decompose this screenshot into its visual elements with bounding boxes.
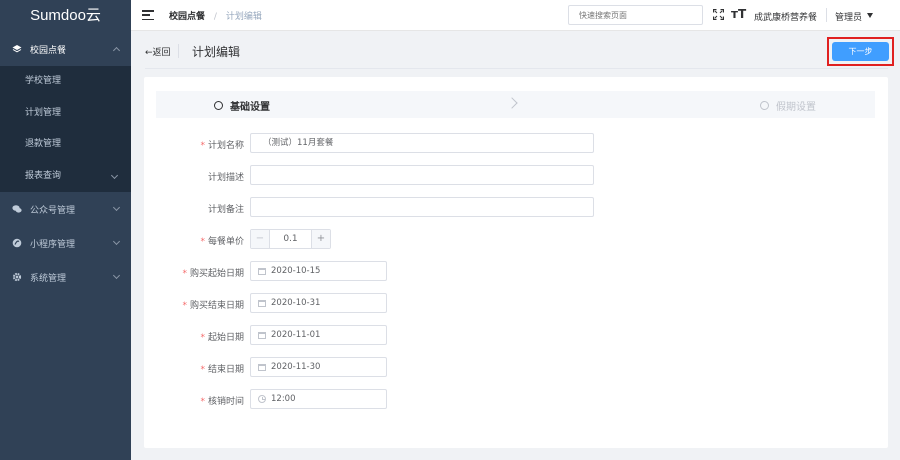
submenu-campus-ordering: 学校管理 计划管理 退款管理 报表查询 xyxy=(0,66,131,192)
form-label: * 计划名称 xyxy=(200,141,244,151)
unit-price-stepper: − 0.1 + xyxy=(250,229,331,249)
breadcrumb-root[interactable]: 校园点餐 xyxy=(169,12,205,22)
sidebar-item-refund-management[interactable]: 退款管理 xyxy=(0,129,131,161)
date-value: 2020-11-30 xyxy=(271,362,321,372)
form-label: * 购买起始日期 xyxy=(182,269,244,279)
chevron-down-icon xyxy=(112,271,121,280)
date-value: 2020-10-15 xyxy=(271,266,321,276)
form-row-plan-description: 计划描述 xyxy=(144,165,888,185)
chat-icon xyxy=(12,204,22,214)
calendar-icon xyxy=(258,332,266,339)
form-label: 计划备注 xyxy=(207,205,244,215)
sidebar-item-label: 报表查询 xyxy=(25,170,62,181)
caret-down-icon[interactable] xyxy=(867,13,873,18)
sidebar-item-school-management[interactable]: 学校管理 xyxy=(0,66,131,98)
form-row-unit-price: * 每餐单价 − 0.1 + xyxy=(144,229,888,249)
clock-icon xyxy=(258,395,266,403)
sidebar-group-label: 系统管理 xyxy=(30,273,67,284)
step-holiday-settings[interactable]: 假期设置 xyxy=(760,98,816,113)
layers-icon xyxy=(12,44,22,54)
header-divider xyxy=(826,8,827,22)
chevron-down-icon xyxy=(110,171,119,179)
highlight-box: 下一步 xyxy=(827,37,894,66)
chevron-right-icon xyxy=(506,97,518,109)
form-label: 计划描述 xyxy=(207,173,244,183)
breadcrumb-separator: / xyxy=(213,11,217,22)
sidebar-group-label: 校园点餐 xyxy=(30,45,67,56)
breadcrumb-current: 计划编辑 xyxy=(225,11,262,22)
form-card: 基础设置 假期设置 * 计划名称 （测试）11月套餐 计划描述 计划备注 * 每餐单… xyxy=(144,77,888,448)
steps-bar: 基础设置 假期设置 xyxy=(156,91,875,118)
step-label: 基础设置 xyxy=(230,102,270,113)
user-menu[interactable]: 管理员 xyxy=(835,10,862,23)
step-basic-settings[interactable]: 基础设置 xyxy=(214,98,270,113)
purchase-end-date-picker[interactable]: 2020-10-31 xyxy=(250,293,387,313)
plan-name-input[interactable]: （测试）11月套餐 xyxy=(250,133,594,153)
unit-price-input[interactable]: 0.1 xyxy=(270,230,311,248)
sidebar-group-label: 公众号管理 xyxy=(30,205,76,216)
sidebar-group-miniapp[interactable]: 小程序管理 xyxy=(0,226,131,260)
form-row-start-date: * 起始日期 2020-11-01 xyxy=(144,325,888,345)
form-row-purchase-start: * 购买起始日期 2020-10-15 xyxy=(144,261,888,281)
header-divider-line xyxy=(145,68,888,69)
step-circle-icon xyxy=(760,101,769,110)
end-date-picker[interactable]: 2020-11-30 xyxy=(250,357,387,377)
form-row-purchase-end: * 购买结束日期 2020-10-31 xyxy=(144,293,888,313)
form-row-end-date: * 结束日期 2020-11-30 xyxy=(144,357,888,377)
page-header-divider xyxy=(178,44,179,58)
menu-toggle-icon[interactable] xyxy=(142,10,154,20)
chevron-down-icon xyxy=(112,237,121,246)
start-date-picker[interactable]: 2020-11-01 xyxy=(250,325,387,345)
form-label: * 结束日期 xyxy=(200,365,244,375)
decrement-button[interactable]: − xyxy=(251,230,270,248)
form-label: * 购买结束日期 xyxy=(182,301,244,311)
search-input[interactable] xyxy=(568,5,703,25)
page-header: ←返回 计划编辑 下一步 xyxy=(145,36,894,67)
increment-button[interactable]: + xyxy=(311,230,330,248)
step-circle-icon xyxy=(214,101,223,110)
step-label: 假期设置 xyxy=(776,102,816,113)
sidebar: Sumdoo云 校园点餐 学校管理 计划管理 退款管理 报表查询 公众号管理 小… xyxy=(0,0,131,460)
gear-icon xyxy=(12,272,22,282)
form-label: * 起始日期 xyxy=(200,333,244,343)
font-size-icon[interactable]: ᴛT xyxy=(731,7,746,21)
sidebar-item-report-query[interactable]: 报表查询 xyxy=(0,161,131,193)
sidebar-group-wechat-account[interactable]: 公众号管理 xyxy=(0,192,131,226)
calendar-icon xyxy=(258,364,266,371)
sidebar-group-system[interactable]: 系统管理 xyxy=(0,260,131,294)
plan-description-input[interactable] xyxy=(250,165,594,185)
store-name: 成武康桥营养餐 xyxy=(754,13,818,23)
date-value: 2020-10-31 xyxy=(271,298,321,308)
next-step-button[interactable]: 下一步 xyxy=(832,42,889,61)
page-title: 计划编辑 xyxy=(192,45,241,59)
time-value: 12:00 xyxy=(271,394,296,404)
calendar-icon xyxy=(258,300,266,307)
breadcrumb: 校园点餐 / 计划编辑 xyxy=(169,9,262,22)
form-label: * 每餐单价 xyxy=(200,237,244,247)
form-row-plan-name: * 计划名称 （测试）11月套餐 xyxy=(144,133,888,153)
form-row-verify-time: * 核销时间 12:00 xyxy=(144,389,888,409)
verify-time-picker[interactable]: 12:00 xyxy=(250,389,387,409)
purchase-start-date-picker[interactable]: 2020-10-15 xyxy=(250,261,387,281)
calendar-icon xyxy=(258,268,266,275)
app-logo: Sumdoo云 xyxy=(30,7,101,24)
miniapp-icon xyxy=(12,238,22,248)
sidebar-group-label: 小程序管理 xyxy=(30,239,76,250)
back-link[interactable]: ←返回 xyxy=(145,45,171,58)
form-row-plan-note: 计划备注 xyxy=(144,197,888,217)
form-label: * 核销时间 xyxy=(200,397,244,407)
sidebar-group-campus-ordering[interactable]: 校园点餐 xyxy=(0,32,131,66)
date-value: 2020-11-01 xyxy=(271,330,321,340)
top-header: 校园点餐 / 计划编辑 ᴛT 成武康桥营养餐 管理员 xyxy=(131,0,900,31)
chevron-up-icon xyxy=(112,46,121,55)
fullscreen-icon[interactable] xyxy=(712,8,725,21)
sidebar-item-plan-management[interactable]: 计划管理 xyxy=(0,98,131,130)
plan-note-input[interactable] xyxy=(250,197,594,217)
chevron-down-icon xyxy=(112,203,121,212)
